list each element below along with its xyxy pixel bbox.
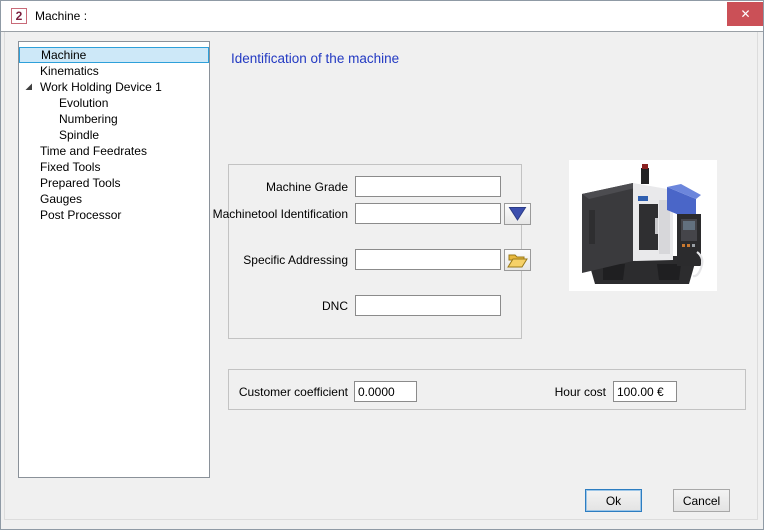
tree-item-machine[interactable]: Machine: [19, 47, 209, 63]
specific-addressing-input[interactable]: [355, 249, 501, 270]
expander-icon[interactable]: [25, 83, 33, 91]
machinetool-identification-input[interactable]: [355, 203, 501, 224]
customer-coefficient-input[interactable]: [354, 381, 417, 402]
tree-item-post-processor[interactable]: Post Processor: [19, 207, 209, 223]
hour-cost-label: Hour cost: [554, 385, 606, 399]
machinetool-identification-label: Machinetool Identification: [212, 207, 348, 221]
title-bar: 2 Machine : ✕: [1, 1, 763, 32]
machine-settings-tree: Machine Kinematics Work Holding Device 1…: [18, 41, 210, 478]
app-icon: 2: [11, 8, 27, 24]
page-title: Identification of the machine: [231, 51, 400, 66]
tree-item-work-holding-device-1[interactable]: Work Holding Device 1: [19, 79, 209, 95]
tree-item-gauges[interactable]: Gauges: [19, 191, 209, 207]
dnc-label: DNC: [322, 299, 348, 313]
hour-cost-input[interactable]: [613, 381, 677, 402]
ok-button[interactable]: Ok: [585, 489, 642, 512]
tree-item-fixed-tools[interactable]: Fixed Tools: [19, 159, 209, 175]
tree-item-kinematics[interactable]: Kinematics: [19, 63, 209, 79]
tree-item-time-and-feedrates[interactable]: Time and Feedrates: [19, 143, 209, 159]
machine-dialog: 2 Machine : ✕ Machine Kinematics Work Ho…: [0, 0, 764, 530]
customer-coefficient-label: Customer coefficient: [238, 385, 348, 399]
browse-button[interactable]: [504, 249, 531, 271]
open-folder-icon: [507, 254, 528, 267]
dropdown-arrow-icon: [508, 207, 527, 221]
machine-grade-label: Machine Grade: [265, 180, 348, 194]
close-button[interactable]: ✕: [727, 2, 763, 26]
machine-grade-input[interactable]: [355, 176, 501, 197]
tree-item-spindle[interactable]: Spindle: [19, 127, 209, 143]
tree-item-numbering[interactable]: Numbering: [19, 111, 209, 127]
specific-addressing-label: Specific Addressing: [243, 253, 348, 267]
machine-photo: [569, 160, 717, 291]
cancel-button[interactable]: Cancel: [673, 489, 730, 512]
tree-item-evolution[interactable]: Evolution: [19, 95, 209, 111]
close-icon: ✕: [740, 7, 751, 21]
tree-item-prepared-tools[interactable]: Prepared Tools: [19, 175, 209, 191]
dnc-input[interactable]: [355, 295, 501, 316]
machinetool-dropdown-button[interactable]: [504, 203, 531, 225]
window-title: Machine :: [35, 9, 88, 23]
